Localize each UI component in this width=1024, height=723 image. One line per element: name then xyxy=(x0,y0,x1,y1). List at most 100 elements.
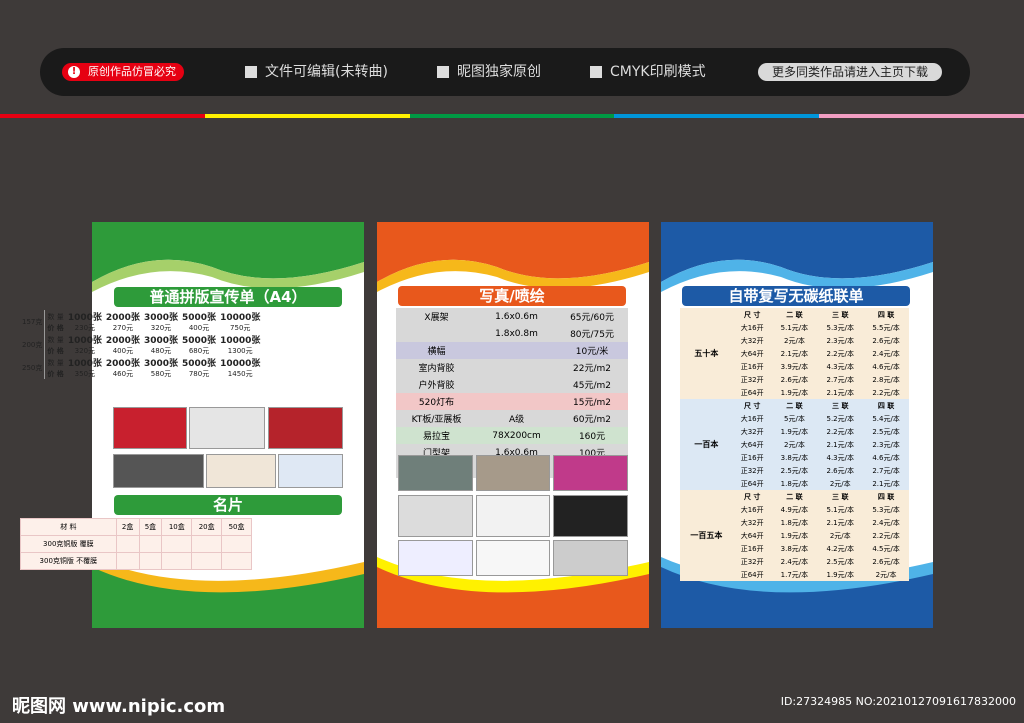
table-cell: 2.5元/本 xyxy=(817,555,864,568)
table-cell: 750元 xyxy=(230,324,251,332)
table-cell: 5.1元/本 xyxy=(817,503,864,516)
table-cell: 正16开 xyxy=(732,542,772,555)
table-cell: 2.3元/本 xyxy=(817,334,864,347)
table-cell: 780元 xyxy=(188,370,210,378)
image-id: ID:27324985 NO:20210127091617832000 xyxy=(780,695,1016,708)
table-cell: 4.3元/本 xyxy=(817,451,864,464)
business-card-table: 材 料 2盒 5盒 10盒 20盒 50盒 300克铜版 覆膜 300克铜版 不覆膜 xyxy=(20,518,252,570)
table-cell: 一百本 xyxy=(680,399,733,490)
table-cell: 一百五本 xyxy=(680,490,733,581)
table-cell: 大64开 xyxy=(732,529,772,542)
feature-original-text: 昵图独家原创 xyxy=(457,64,541,80)
table-cell xyxy=(221,535,252,553)
table-cell: 1450元 xyxy=(227,370,253,378)
table-cell: 400元 xyxy=(188,324,210,332)
download-more-button[interactable]: 更多同类作品请进入主页下载 xyxy=(758,63,943,81)
table-cell: 1300元 xyxy=(227,347,253,355)
flyer-photo xyxy=(278,454,343,488)
table-cell: 价 格 xyxy=(47,347,64,355)
table-cell: 400元 xyxy=(112,347,134,355)
photo-print-photo xyxy=(476,540,550,576)
table-cell: 大16开 xyxy=(732,321,772,334)
table-cell: 价 格 xyxy=(47,370,64,378)
table-cell: 5000张 xyxy=(182,313,217,323)
table-cell: 2.6元/本 xyxy=(817,464,864,477)
feature-original: 昵图独家原创 xyxy=(437,63,541,81)
stripe-green xyxy=(409,114,615,118)
table-cell: 4.3元/本 xyxy=(817,360,864,373)
table-cell: 460元 xyxy=(112,370,134,378)
table-cell xyxy=(161,552,193,570)
photo-print-photo xyxy=(398,495,473,537)
table-cell: 2.1元/本 xyxy=(817,438,864,451)
table-cell xyxy=(221,552,252,570)
photo-print-photo xyxy=(398,455,473,491)
flyer-photo xyxy=(113,407,187,449)
feature-cmyk: CMYK印刷模式 xyxy=(590,63,706,81)
table-cell: 易拉宝 xyxy=(396,427,477,444)
table-cell: 5.2元/本 xyxy=(817,412,864,425)
table-cell: 尺 寸 xyxy=(732,308,772,321)
table-cell: 大64开 xyxy=(732,347,772,360)
table-row: X展架 1.6x0.6m 65元/60元 xyxy=(396,308,628,325)
table-cell: 1.6x0.6m xyxy=(476,308,557,325)
table-cell: KT板/亚展板 xyxy=(396,410,477,427)
table-cell: 2.4元/本 xyxy=(863,347,909,360)
table-cell: 78X200cm xyxy=(476,427,557,444)
table-cell: 3.8元/本 xyxy=(771,542,818,555)
table-cell: 1.9元/本 xyxy=(771,529,818,542)
table-cell: 2.5元/本 xyxy=(863,425,909,438)
table-cell: 5.5元/本 xyxy=(863,321,909,334)
table-cell: 22元/m2 xyxy=(556,359,628,376)
feature-editable-text: 文件可编辑(未转曲) xyxy=(265,64,388,80)
table-cell: 正64开 xyxy=(732,477,772,490)
table-cell: 1.8x0.8m xyxy=(476,325,557,342)
table-cell: 数 量 xyxy=(47,335,64,344)
table-cell: 5盒 xyxy=(138,518,163,536)
table-cell: 正32开 xyxy=(732,555,772,568)
top-banner: ! 原创作品仿冒必究 文件可编辑(未转曲) 昵图独家原创 CMYK印刷模式 更多… xyxy=(40,48,970,96)
table-cell: 2.6元/本 xyxy=(863,555,909,568)
table-cell: 250克 xyxy=(20,356,46,379)
table-cell: 5.3元/本 xyxy=(817,321,864,334)
table-cell: 3000张 xyxy=(143,359,178,369)
photo-print-photo xyxy=(553,495,628,537)
table-cell: 2.6元/本 xyxy=(771,373,818,386)
copyright-warning: ! 原创作品仿冒必究 xyxy=(62,63,184,81)
table-cell: 正64开 xyxy=(732,386,772,399)
table-cell: 正32开 xyxy=(732,464,772,477)
table-cell: 2盒 xyxy=(115,518,140,536)
table-cell: 大32开 xyxy=(732,334,772,347)
table-row: 横幅 10元/米 xyxy=(396,342,628,359)
table-cell: 1000张 xyxy=(67,359,102,369)
table-row: 室内背胶 22元/m2 xyxy=(396,359,628,376)
table-row: 157克数 量 1000张 2000张 3000张 5000张 10000张 xyxy=(20,310,262,333)
table-cell xyxy=(476,342,557,359)
table-cell xyxy=(138,552,163,570)
table-cell: 270元 xyxy=(112,324,134,332)
table-cell: 60元/m2 xyxy=(556,410,628,427)
table-cell: 2.1元/本 xyxy=(817,516,864,529)
table-cell: 320元 xyxy=(74,347,96,355)
table-cell: 2.1元/本 xyxy=(817,386,864,399)
feature-cmyk-text: CMYK印刷模式 xyxy=(610,64,706,80)
table-cell: 2.4元/本 xyxy=(863,516,909,529)
table-cell: 数 量 xyxy=(47,312,64,321)
table-cell: 数 量 xyxy=(47,358,64,367)
square-icon xyxy=(437,66,449,78)
table-cell: 价 格 xyxy=(47,324,64,332)
table-row: 价 格 230元 270元 320元 400元 750元 xyxy=(20,323,262,333)
table-cell: 2.5元/本 xyxy=(771,464,818,477)
table-row: 520灯布 15元/m2 xyxy=(396,393,628,410)
business-card-title: 名片 xyxy=(114,495,342,515)
table-cell: 1.8元/本 xyxy=(771,477,818,490)
table-cell: 10000张 xyxy=(220,359,261,369)
table-cell: 300克铜版 覆膜 xyxy=(20,535,117,553)
table-row: 200克数 量 1000张 2000张 3000张 5000张 10000张 xyxy=(20,333,262,356)
table-cell: 三 联 xyxy=(817,490,864,503)
table-row: 300克铜版 覆膜 xyxy=(20,535,252,553)
table-row: 1.8x0.8m 80元/75元 xyxy=(396,325,628,342)
table-cell: 4.6元/本 xyxy=(863,451,909,464)
table-cell xyxy=(476,359,557,376)
table-cell: 五十本 xyxy=(680,308,733,399)
